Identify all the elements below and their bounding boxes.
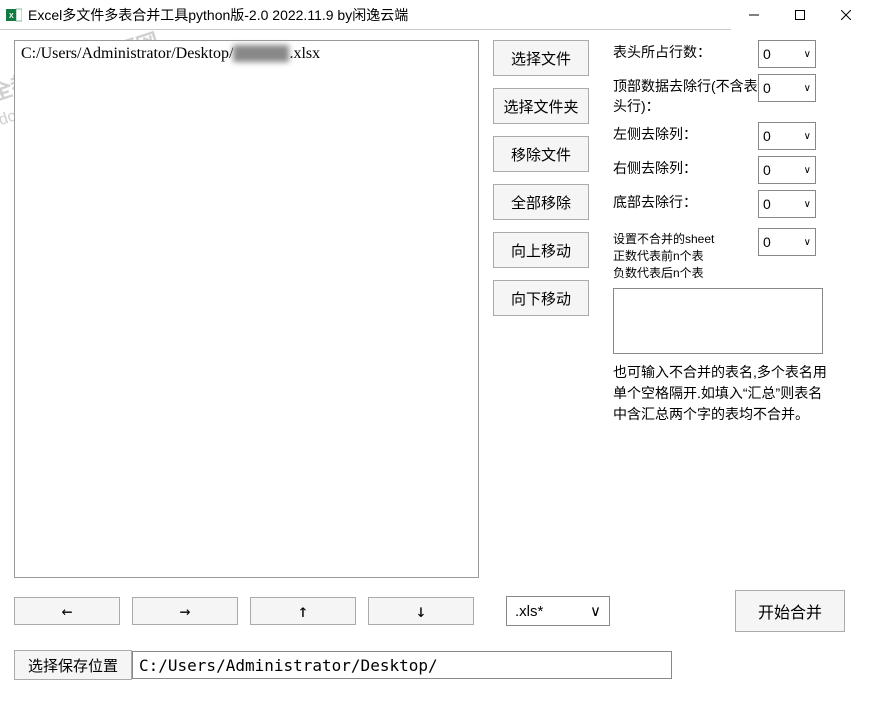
move-up-button[interactable]: 向上移动 bbox=[493, 232, 589, 268]
sheet-exclude-label: 设置不合并的sheet 正数代表前n个表 负数代表后n个表 bbox=[613, 228, 758, 281]
select-folder-button[interactable]: 选择文件夹 bbox=[493, 88, 589, 124]
header-rows-spinner[interactable]: 0 ∨ bbox=[758, 40, 816, 68]
remove-all-button[interactable]: 全部移除 bbox=[493, 184, 589, 220]
top-drop-label: 顶部数据去除行(不含表头行)： bbox=[613, 74, 758, 116]
close-button[interactable] bbox=[823, 0, 869, 30]
svg-text:X: X bbox=[9, 13, 14, 20]
chevron-down-icon: ∨ bbox=[804, 199, 811, 210]
remove-file-button[interactable]: 移除文件 bbox=[493, 136, 589, 172]
arrow-left-button[interactable]: ← bbox=[14, 597, 120, 625]
minimize-button[interactable] bbox=[731, 0, 777, 30]
top-drop-spinner[interactable]: 0 ∨ bbox=[758, 74, 816, 102]
titlebar: X Excel多文件多表合并工具python版-2.0 2022.11.9 by… bbox=[0, 0, 869, 30]
maximize-button[interactable] bbox=[777, 0, 823, 30]
select-file-button[interactable]: 选择文件 bbox=[493, 40, 589, 76]
window-title: Excel多文件多表合并工具python版-2.0 2022.11.9 by闲逸… bbox=[28, 5, 731, 25]
right-drop-label: 右侧去除列： bbox=[613, 156, 758, 179]
header-rows-label: 表头所占行数： bbox=[613, 40, 758, 63]
chevron-down-icon: ∨ bbox=[804, 83, 811, 94]
chevron-down-icon: ∨ bbox=[804, 237, 811, 248]
chevron-down-icon: ∨ bbox=[804, 49, 811, 60]
move-down-button[interactable]: 向下移动 bbox=[493, 280, 589, 316]
arrow-right-button[interactable]: → bbox=[132, 597, 238, 625]
chevron-down-icon: ∨ bbox=[804, 131, 811, 142]
start-merge-button[interactable]: 开始合并 bbox=[735, 590, 845, 632]
bottom-drop-label: 底部去除行： bbox=[613, 190, 758, 213]
arrow-down-button[interactable]: ↓ bbox=[368, 597, 474, 625]
arrow-up-button[interactable]: ↑ bbox=[250, 597, 356, 625]
right-drop-spinner[interactable]: 0 ∨ bbox=[758, 156, 816, 184]
chevron-down-icon: ∨ bbox=[590, 602, 601, 620]
exclude-names-input[interactable] bbox=[613, 288, 823, 354]
save-path-input[interactable] bbox=[132, 651, 672, 679]
left-drop-spinner[interactable]: 0 ∨ bbox=[758, 122, 816, 150]
list-item[interactable]: C:/Users/Administrator/Desktop/xxxxxxx.x… bbox=[21, 45, 472, 63]
chevron-down-icon: ∨ bbox=[804, 165, 811, 176]
extension-select[interactable]: .xls* ∨ bbox=[506, 596, 610, 626]
sheet-exclude-spinner[interactable]: 0 ∨ bbox=[758, 228, 816, 256]
file-list[interactable]: C:/Users/Administrator/Desktop/xxxxxxx.x… bbox=[14, 40, 479, 578]
exclude-names-desc: 也可输入不合并的表名,多个表名用单个空格隔开.如填入“汇总”则表名中含汇总两个字… bbox=[613, 362, 831, 425]
bottom-drop-spinner[interactable]: 0 ∨ bbox=[758, 190, 816, 218]
left-drop-label: 左侧去除列： bbox=[613, 122, 758, 145]
excel-icon: X bbox=[6, 7, 22, 23]
select-save-location-button[interactable]: 选择保存位置 bbox=[14, 650, 132, 680]
